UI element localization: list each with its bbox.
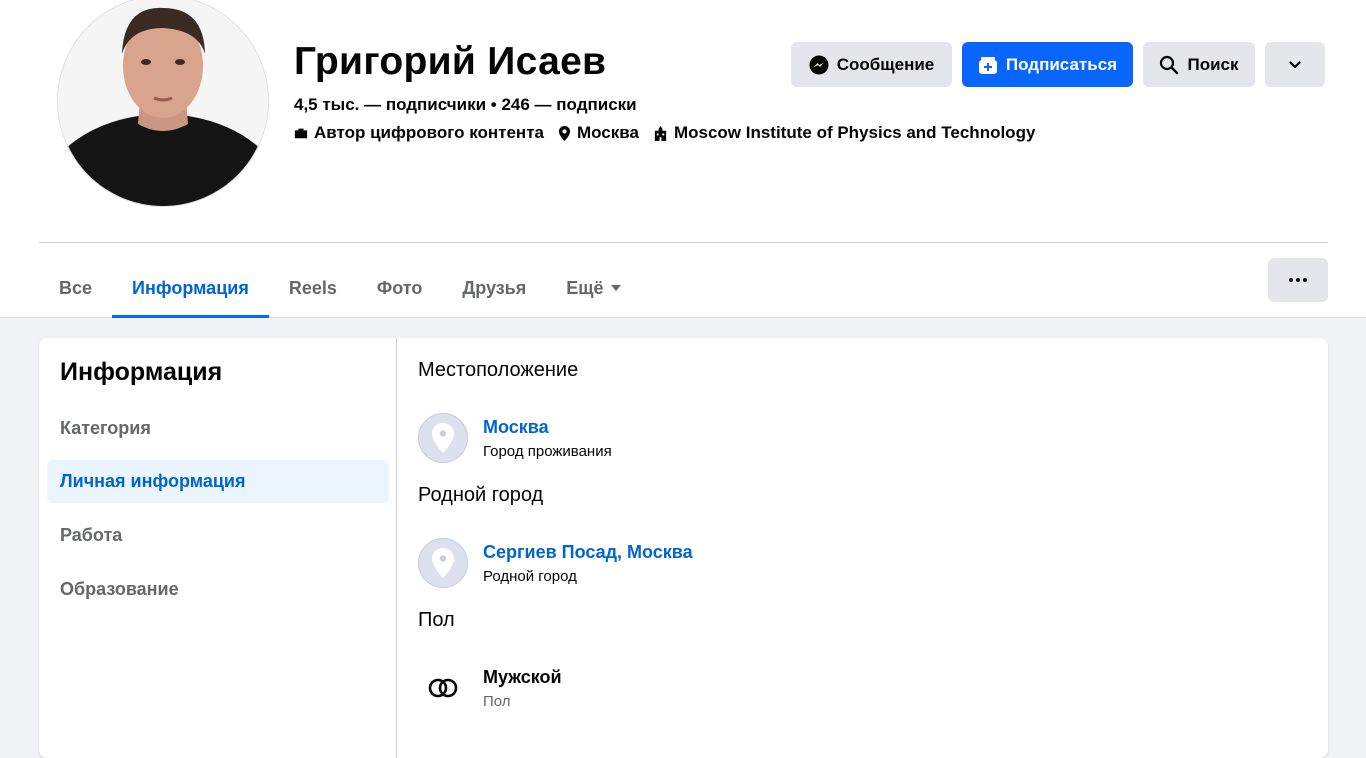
about-sidebar: Информация Категория Личная информация Р… [39, 338, 397, 758]
profile-name: Григорий Исаев [294, 40, 607, 83]
message-button[interactable]: Сообщение [791, 42, 952, 87]
search-icon [1160, 55, 1179, 74]
location-section-title: Местоположение [418, 359, 579, 381]
meta-education-text[interactable]: Moscow Institute of Physics and Technolo… [674, 123, 1035, 143]
profile-header: Григорий Исаев 4,5 тыс. — подписчики • 2… [0, 0, 1366, 318]
briefcase-icon [294, 128, 308, 139]
meta-location-text[interactable]: Москва [577, 123, 639, 143]
meta-category-text: Автор цифрового контента [314, 123, 544, 142]
message-button-label: Сообщение [836, 54, 935, 74]
chevron-down-icon [1289, 60, 1301, 68]
hometown-sub: Родной город [483, 567, 577, 585]
profile-stats[interactable]: 4,5 тыс. — подписчики • 246 — подписки [294, 95, 637, 115]
search-button-label: Поиск [1187, 54, 1239, 74]
tab-photos[interactable]: Фото [357, 258, 442, 318]
subscribe-button[interactable]: Подписаться [962, 42, 1133, 87]
tab-info[interactable]: Информация [112, 258, 269, 318]
subscribe-button-label: Подписаться [1005, 54, 1118, 74]
subscribe-plus-icon [978, 56, 997, 74]
about-card: Информация Категория Личная информация Р… [39, 338, 1328, 758]
tab-reels[interactable]: Reels [269, 258, 357, 318]
profile-tabs: Все Информация Reels Фото Друзья Ещё [39, 258, 641, 318]
hometown-section-title: Родной город [418, 484, 544, 506]
profile-avatar[interactable] [57, 0, 269, 207]
location-sub: Город проживания [483, 442, 612, 460]
gender-value: Мужской [483, 666, 562, 687]
about-sidebar-title: Информация [60, 358, 223, 386]
about-content: Местоположение Москва Город проживания Р… [418, 338, 1308, 758]
meta-category: Автор цифрового контента [294, 123, 544, 143]
tab-more-label: Ещё [566, 277, 604, 298]
location-value[interactable]: Москва [483, 417, 612, 438]
sidebar-item-work[interactable]: Работа [47, 514, 389, 557]
sidebar-item-personal-info[interactable]: Личная информация [47, 460, 389, 503]
tab-more[interactable]: Ещё [546, 258, 641, 318]
tab-all[interactable]: Все [39, 258, 112, 318]
gender-icon [418, 663, 468, 713]
tabs-overflow-button[interactable] [1268, 258, 1328, 302]
hometown-row: Сергиев Посад, Москва Родной город [418, 538, 693, 588]
location-text: Москва Город проживания [483, 417, 612, 460]
building-icon [654, 125, 667, 141]
hometown-pin-icon [418, 538, 468, 588]
location-row: Москва Город проживания [418, 413, 612, 463]
location-pin-icon [418, 413, 468, 463]
gender-sub: Пол [483, 692, 511, 710]
hometown-value[interactable]: Сергиев Посад, Москва [483, 542, 693, 563]
meta-location: Москва [558, 123, 639, 143]
sidebar-item-education[interactable]: Образование [47, 568, 389, 611]
messenger-icon [809, 55, 829, 74]
meta-education: Moscow Institute of Physics and Technolo… [653, 123, 1035, 143]
caret-down-icon [611, 285, 622, 291]
gender-text: Мужской Пол [483, 667, 562, 710]
gender-section-title: Пол [418, 609, 455, 631]
profile-meta: Автор цифрового контента Москва Moscow I… [294, 123, 1049, 143]
sidebar-item-category[interactable]: Категория [47, 407, 389, 450]
gender-row: Мужской Пол [418, 663, 562, 713]
tab-friends[interactable]: Друзья [442, 258, 546, 318]
more-actions-button[interactable] [1265, 42, 1325, 87]
location-pin-icon [558, 125, 571, 141]
search-button[interactable]: Поиск [1143, 42, 1255, 87]
header-divider [39, 242, 1328, 243]
ellipsis-icon [1289, 278, 1307, 282]
hometown-text: Сергиев Посад, Москва Родной город [483, 542, 693, 585]
